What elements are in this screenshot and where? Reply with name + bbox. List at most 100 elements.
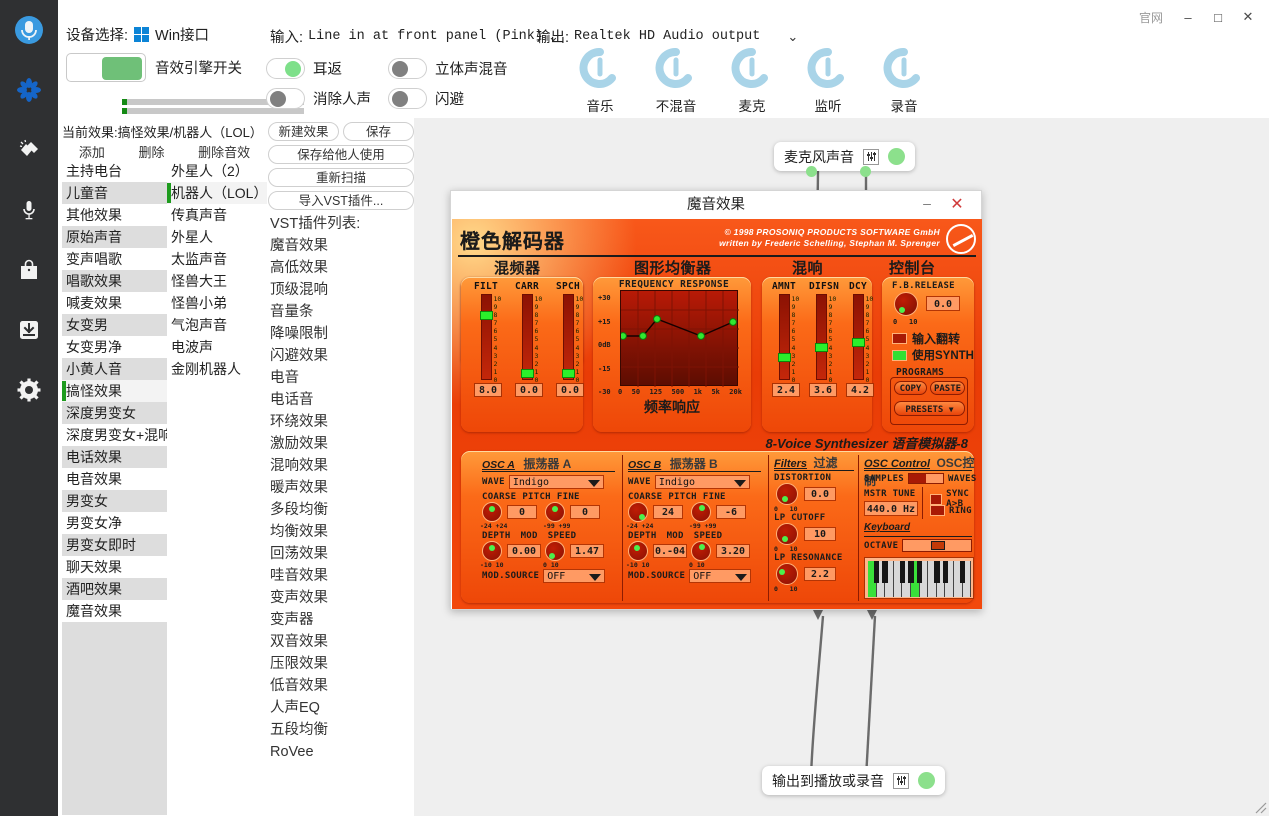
- lpres-knob[interactable]: [776, 563, 798, 585]
- osc-b-wave-select[interactable]: Indigo: [654, 475, 750, 489]
- vst-plugin-list[interactable]: 魔音效果 高低效果 顶级混响 音量条 降噪限制 闪避效果 电音 电话音 环绕效果 激励效果 混响效果…: [268, 235, 414, 763]
- sub-effect-list-item[interactable]: 怪兽小弟: [167, 292, 267, 314]
- download-icon[interactable]: [0, 310, 58, 350]
- effect-list-item[interactable]: 主持电台: [62, 160, 167, 182]
- vst-list-item[interactable]: 高低效果: [268, 257, 414, 279]
- input-value[interactable]: Line in at front panel (Pink): [308, 29, 543, 44]
- sub-effect-list-item[interactable]: 传真声音: [167, 204, 267, 226]
- slider-carr[interactable]: CARR 10 9 8 7 6 5 4 3 2 1 0 0.0: [515, 281, 543, 397]
- sub-effect-list-item[interactable]: 外星人: [167, 226, 267, 248]
- mini-keyboard[interactable]: [864, 557, 974, 599]
- vst-list-item[interactable]: 电音: [268, 367, 414, 389]
- slider-difsn[interactable]: DIFSN 10 9 8 7 6 5 4 3 2 1 0 3.6: [809, 281, 839, 397]
- lpcutoff-knob[interactable]: [776, 523, 798, 545]
- vst-list-item[interactable]: 多段均衡: [268, 499, 414, 521]
- vst-list-item[interactable]: 人声EQ: [268, 697, 414, 719]
- distortion-knob[interactable]: [776, 483, 798, 505]
- effect-list-item[interactable]: 小黄人音: [62, 358, 167, 380]
- fb-release-knob[interactable]: [894, 292, 918, 316]
- invert-input-row[interactable]: 输入翻转: [892, 330, 960, 347]
- effect-list-item[interactable]: 深度男变女+混响: [62, 424, 167, 446]
- delete-sound-effect-button[interactable]: 删除音效: [198, 142, 250, 161]
- eq-curve-svg[interactable]: [619, 291, 739, 387]
- osc-b-depth-knob[interactable]: [628, 541, 648, 561]
- output-chevron-down-icon[interactable]: ⌄: [787, 29, 798, 45]
- effect-list-left[interactable]: 主持电台 儿童音 其他效果 原始声音 变声唱歌 唱歌效果 喊麦效果 女变男 女变男净 小黄人音 搞怪…: [62, 160, 167, 815]
- knob-mic[interactable]: 麦克: [722, 47, 782, 115]
- output-value[interactable]: Realtek HD Audio output: [574, 29, 760, 44]
- vst-list-item[interactable]: 音量条: [268, 301, 414, 323]
- knob-nomix[interactable]: 不混音: [646, 47, 706, 115]
- presets-dropdown[interactable]: PRESETS ▼: [894, 401, 965, 416]
- slider-filt[interactable]: FILT 10 9 8 7 6 5 4 3 2 1 0 8.0: [474, 281, 502, 397]
- paste-button[interactable]: PASTE: [930, 381, 965, 395]
- effect-list-item[interactable]: 魔音效果: [62, 600, 167, 622]
- audio-engine-toggle[interactable]: [66, 53, 146, 82]
- sync-checkbox[interactable]: [930, 493, 943, 505]
- vst-list-item[interactable]: 均衡效果: [268, 521, 414, 543]
- osc-b-speed-knob[interactable]: [691, 541, 711, 561]
- samples-waves-slider[interactable]: [908, 473, 945, 484]
- shopping-bag-icon[interactable]: [0, 250, 58, 290]
- vst-list-item[interactable]: RoVee: [268, 741, 414, 763]
- invert-input-checkbox[interactable]: [892, 333, 907, 344]
- effect-list-right[interactable]: 外星人（2） 机器人（LOL） 传真声音 外星人 太监声音 怪兽大王 怪兽小弟 气泡声音 电波声…: [167, 160, 267, 490]
- toggle-remove-vocal[interactable]: [266, 88, 305, 109]
- sub-effect-list-item[interactable]: 外星人（2）: [167, 160, 267, 182]
- vst-list-item[interactable]: 压限效果: [268, 653, 414, 675]
- sub-effect-list-item[interactable]: 太监声音: [167, 248, 267, 270]
- ring-row[interactable]: RING: [930, 505, 972, 516]
- use-synth-checkbox[interactable]: [892, 349, 907, 361]
- effect-list-item[interactable]: 男变女净: [62, 512, 167, 534]
- save-for-others-button[interactable]: 保存给他人使用: [268, 145, 414, 164]
- slider-amnt-track[interactable]: 10 9 8 7 6 5 4 3 2 1 0: [777, 294, 799, 384]
- slider-spch[interactable]: SPCH 10 9 8 7 6 5 4 3 2 1 0 0.0: [556, 281, 584, 397]
- clap-hands-icon[interactable]: [0, 130, 58, 170]
- vst-list-item[interactable]: 激励效果: [268, 433, 414, 455]
- effect-list-item[interactable]: 酒吧效果: [62, 578, 167, 600]
- vst-list-item[interactable]: 顶级混响: [268, 279, 414, 301]
- vst-minimize-button[interactable]: –: [917, 195, 937, 215]
- sub-effect-list-item[interactable]: 金刚机器人: [167, 358, 267, 380]
- eq-graph[interactable]: [619, 290, 739, 387]
- import-vst-button[interactable]: 导入VST插件...: [268, 191, 414, 210]
- osc-a-speed-knob[interactable]: [545, 541, 565, 561]
- effect-list-item[interactable]: 儿童音: [62, 182, 167, 204]
- use-synth-row[interactable]: 使用SYNTH: [892, 347, 974, 363]
- effect-list-item[interactable]: 唱歌效果: [62, 270, 167, 292]
- osc-a-depth-knob[interactable]: [482, 541, 502, 561]
- slider-spch-track[interactable]: 10 9 8 7 6 5 4 3 2 1 0: [561, 294, 583, 384]
- toggle-earback[interactable]: [266, 58, 305, 79]
- vst-list-item[interactable]: 闪避效果: [268, 345, 414, 367]
- copy-button[interactable]: COPY: [894, 381, 927, 395]
- osc-a-wave-select[interactable]: Indigo: [508, 475, 604, 489]
- sub-effect-list-item[interactable]: 电波声: [167, 336, 267, 358]
- slider-difsn-track[interactable]: 10 9 8 7 6 5 4 3 2 1 0: [814, 294, 836, 384]
- vst-close-button[interactable]: ✕: [947, 194, 967, 214]
- flower-effects-icon[interactable]: [0, 70, 58, 110]
- vst-list-item[interactable]: 降噪限制: [268, 323, 414, 345]
- vst-list-item[interactable]: 五段均衡: [268, 719, 414, 741]
- effect-list-item[interactable]: 女变男净: [62, 336, 167, 358]
- vst-list-item[interactable]: 魔音效果: [268, 235, 414, 257]
- effect-list-item[interactable]: 变声唱歌: [62, 248, 167, 270]
- effect-list-item[interactable]: 原始声音: [62, 226, 167, 248]
- vst-list-item[interactable]: 环绕效果: [268, 411, 414, 433]
- node-microphone-input[interactable]: 麦克风声音: [774, 142, 915, 171]
- rescan-button[interactable]: 重新扫描: [268, 168, 414, 187]
- save-button[interactable]: 保存: [343, 122, 414, 141]
- slider-dcy-track[interactable]: 10 9 8 7 6 5 4 3 2 1 0: [851, 294, 873, 384]
- osc-b-modsource-select[interactable]: OFF: [689, 569, 752, 583]
- knob-monitor[interactable]: 监听: [798, 47, 858, 115]
- vst-list-item[interactable]: 双音效果: [268, 631, 414, 653]
- effect-list-item[interactable]: 女变男: [62, 314, 167, 336]
- effect-list-item[interactable]: 男变女即时: [62, 534, 167, 556]
- vst-list-item[interactable]: 哇音效果: [268, 565, 414, 587]
- microphone-logo-icon[interactable]: [0, 10, 58, 50]
- settings-gear-icon[interactable]: [0, 370, 58, 410]
- node-mic-port-left[interactable]: [806, 166, 817, 177]
- node-output-led[interactable]: [918, 772, 935, 789]
- effect-list-item[interactable]: 聊天效果: [62, 556, 167, 578]
- slider-amnt[interactable]: AMNT 10 9 8 7 6 5 4 3 2 1 0 2.4: [772, 281, 800, 397]
- knob-music[interactable]: 音乐: [570, 47, 630, 115]
